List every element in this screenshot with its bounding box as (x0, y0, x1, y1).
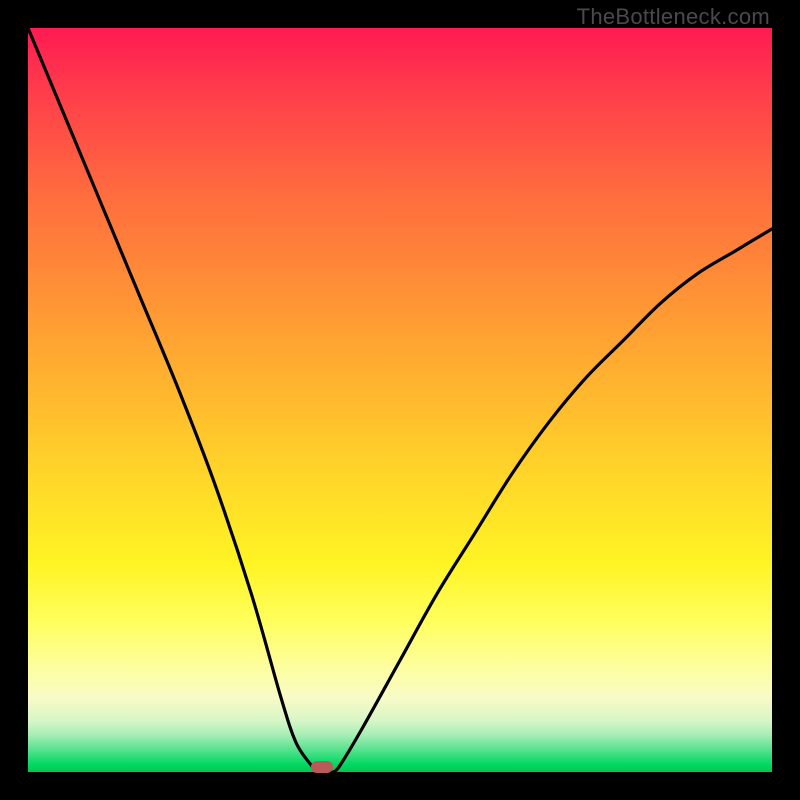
plot-area (28, 28, 772, 772)
chart-frame: TheBottleneck.com (0, 0, 800, 800)
watermark-text: TheBottleneck.com (577, 4, 770, 30)
